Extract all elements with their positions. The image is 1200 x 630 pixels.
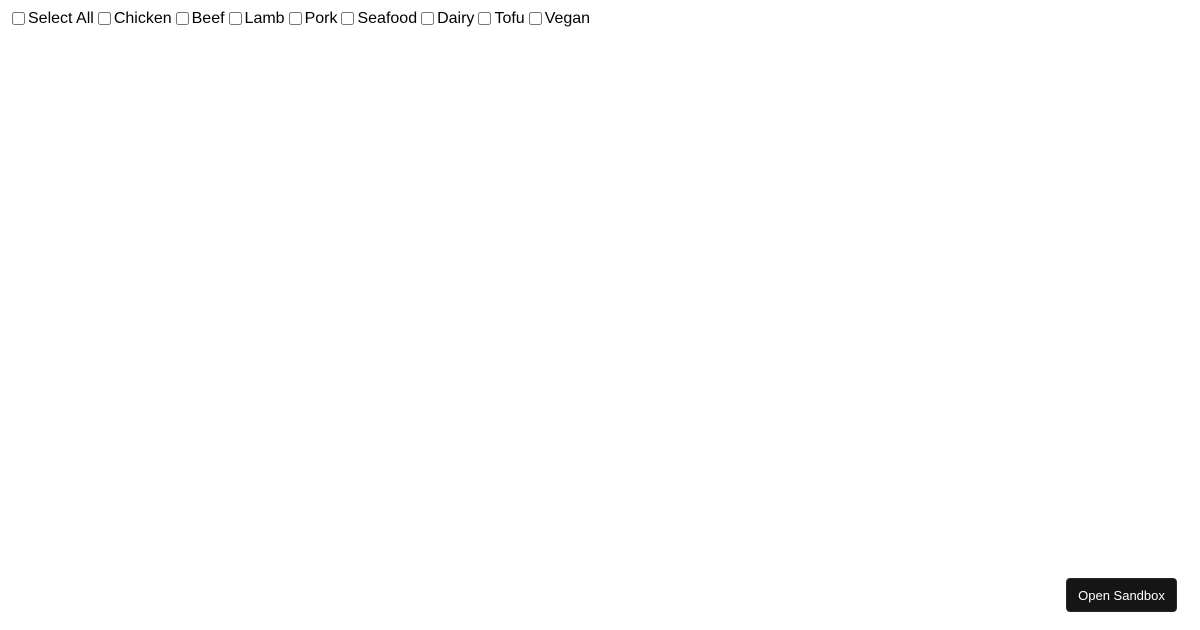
filter-option-label: Pork (304, 10, 338, 27)
filter-option-label: Beef (191, 10, 225, 27)
lamb-checkbox[interactable] (228, 12, 242, 25)
filter-option-label: Vegan (544, 10, 591, 27)
filter-option-label: Tofu (494, 10, 525, 27)
tofu-checkbox[interactable] (478, 12, 492, 25)
filter-option-label: Dairy (437, 10, 475, 27)
filter-option-pork[interactable]: Pork (288, 9, 342, 28)
filter-option-select-all[interactable]: Select All (12, 9, 98, 28)
dairy-checkbox[interactable] (421, 12, 435, 25)
filter-option-vegan[interactable]: Vegan (528, 9, 594, 28)
filter-option-chicken[interactable]: Chicken (97, 9, 176, 28)
filter-option-dairy[interactable]: Dairy (421, 9, 478, 28)
beef-checkbox[interactable] (175, 12, 189, 25)
filter-option-label: Seafood (357, 10, 418, 27)
filter-option-label: Lamb (244, 10, 285, 27)
filter-option-label: Select All (28, 10, 94, 27)
vegan-checkbox[interactable] (528, 12, 542, 25)
chicken-checkbox[interactable] (97, 12, 111, 25)
pork-checkbox[interactable] (288, 12, 302, 25)
filter-checkbox-group: Select All Chicken Beef Lamb Pork Seafoo… (12, 9, 594, 28)
filter-option-lamb[interactable]: Lamb (228, 9, 289, 28)
select-all-checkbox[interactable] (12, 12, 25, 25)
open-sandbox-button[interactable]: Open Sandbox (1066, 578, 1177, 612)
filter-option-seafood[interactable]: Seafood (341, 9, 421, 28)
filter-option-tofu[interactable]: Tofu (478, 9, 528, 28)
filter-option-beef[interactable]: Beef (175, 9, 229, 28)
seafood-checkbox[interactable] (341, 12, 355, 25)
filter-option-label: Chicken (113, 10, 172, 27)
